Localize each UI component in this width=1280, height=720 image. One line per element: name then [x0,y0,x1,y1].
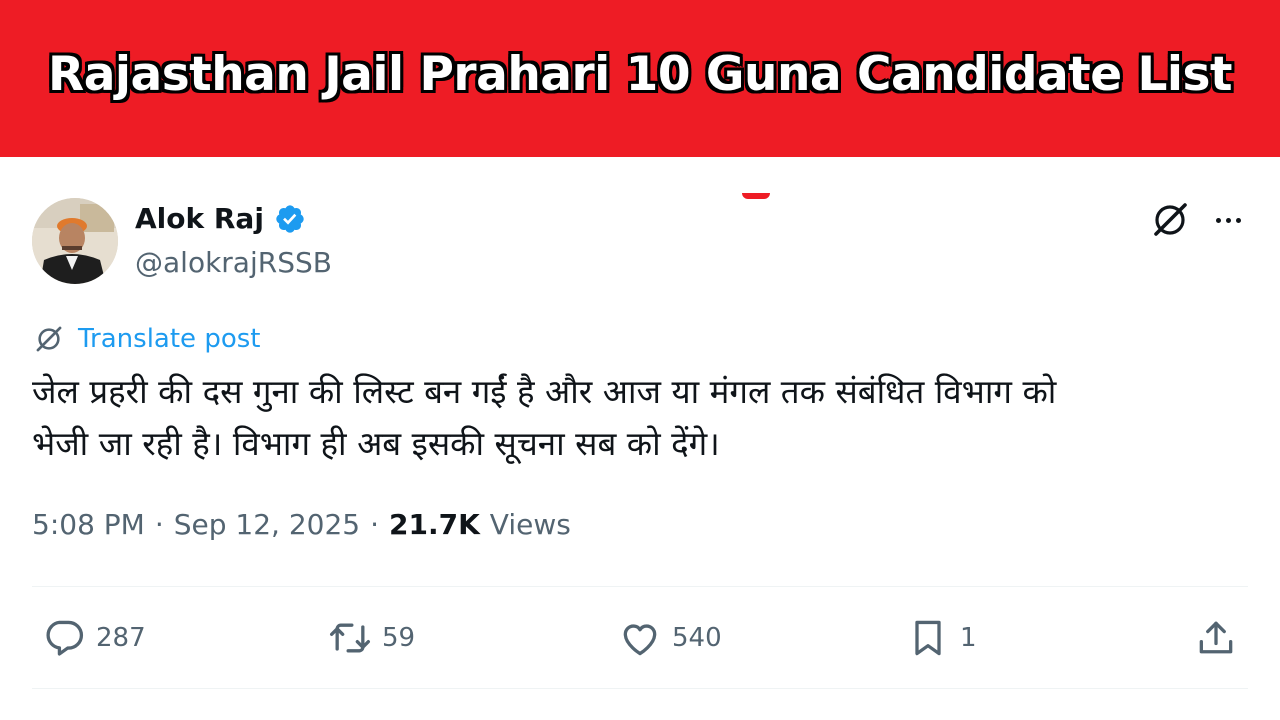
translate-post-label[interactable]: Translate post [78,324,260,354]
banner-title: Rajasthan Jail Prahari 10 Guna Candidate… [48,47,1232,102]
like-button[interactable]: 540 [618,608,722,668]
post-time[interactable]: 5:08 PM [32,508,145,541]
repost-count: 59 [382,623,416,653]
divider [32,586,1248,587]
heart-icon [623,624,657,656]
avatar-image [32,198,118,284]
like-count: 540 [672,623,722,653]
share-icon [1199,621,1233,654]
verified-badge-icon [276,204,304,233]
meta-separator: · [154,508,164,541]
author-name-row[interactable]: Alok Raj [135,202,306,235]
author-name[interactable]: Alok Raj [135,202,264,235]
post-meta: 5:08 PM · Sep 12, 2025 · 21.7K Views [32,508,571,541]
post-actions-bar: 287 59 540 1 [0,608,1280,668]
grok-translate-icon [36,326,62,352]
post-date[interactable]: Sep 12, 2025 [174,508,360,541]
repost-button[interactable]: 59 [328,608,415,668]
post-text: जेल प्रहरी की दस गुना की लिस्ट बन गईं है… [32,366,1232,470]
post-text-line: जेल प्रहरी की दस गुना की लिस्ट बन गईं है… [32,372,1057,411]
share-button[interactable] [1194,608,1238,668]
more-horizontal-icon[interactable] [1208,205,1248,235]
avatar[interactable] [32,198,118,284]
reply-count: 287 [96,623,146,653]
views-count: 21.7K [389,508,480,541]
bookmark-count: 1 [960,623,977,653]
bookmark-button[interactable]: 1 [906,608,977,668]
grok-icon[interactable] [1150,200,1190,240]
bookmark-icon [915,620,941,656]
views-label: Views [489,508,571,541]
author-handle[interactable]: @alokrajRSSB [135,246,332,279]
decorative-mark [742,193,770,199]
banner: Rajasthan Jail Prahari 10 Guna Candidate… [0,0,1280,157]
reply-button[interactable]: 287 [42,608,146,668]
comment-icon [46,620,84,656]
divider [32,688,1248,689]
meta-separator: · [370,508,380,541]
translate-post-link[interactable]: Translate post [32,322,260,356]
post-text-line: भेजी जा रही है। विभाग ही अब इसकी सूचना स… [32,424,720,463]
repost-icon [330,623,370,653]
